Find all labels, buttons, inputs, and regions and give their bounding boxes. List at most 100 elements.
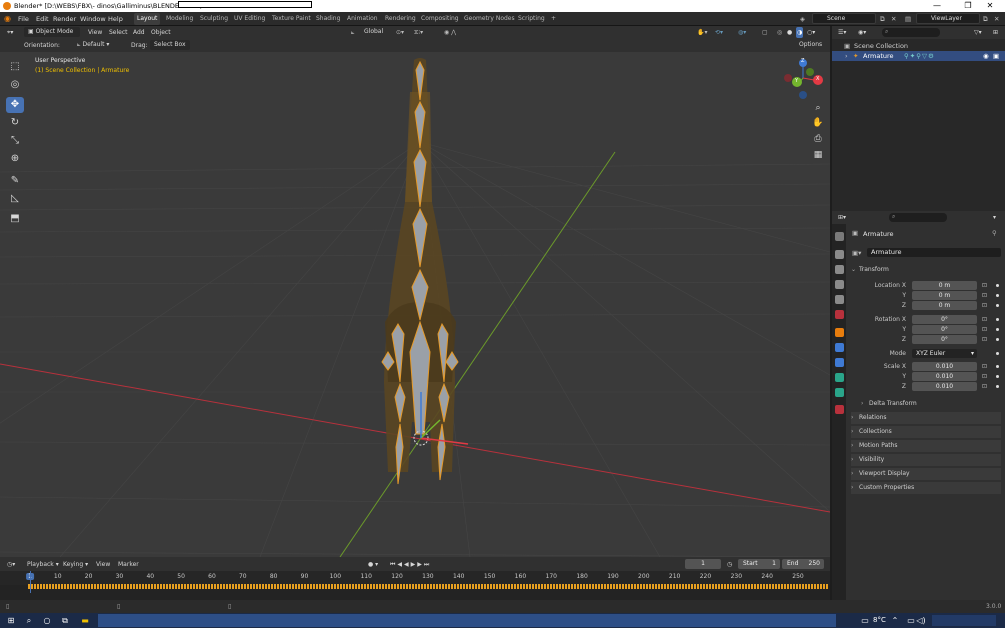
- annotate-icon[interactable]: ✎: [6, 173, 24, 189]
- panel-collections[interactable]: › Collections: [851, 426, 1001, 438]
- orientation-dropdown[interactable]: ⟀ Default ▾: [73, 40, 123, 50]
- outliner-row-scene-collection[interactable]: ▣ Scene Collection: [832, 41, 1005, 51]
- volume-icon[interactable]: ◁): [912, 613, 930, 628]
- keyframe-dot-icon[interactable]: [996, 365, 999, 368]
- record-icon[interactable]: ● ▾: [368, 559, 378, 570]
- end-frame-field[interactable]: End 250: [782, 559, 824, 569]
- world-tab-icon[interactable]: [835, 310, 844, 319]
- properties-search-input[interactable]: ⌕: [889, 213, 947, 222]
- panel-motion-paths[interactable]: › Motion Paths: [851, 440, 1001, 452]
- start-frame-field[interactable]: Start 1: [738, 559, 780, 569]
- scale-x-field[interactable]: 0.010: [912, 362, 977, 371]
- snap-icon[interactable]: ⧖⁝▾: [414, 27, 423, 38]
- clock-icon[interactable]: ◷: [727, 559, 732, 570]
- pin-icon[interactable]: ⚲: [992, 229, 997, 237]
- cortana-icon[interactable]: ○: [38, 613, 56, 628]
- location-z-field[interactable]: 0 m: [912, 301, 977, 310]
- keyframe-dot-icon[interactable]: [996, 375, 999, 378]
- expand-arrow-icon[interactable]: ›: [845, 52, 848, 60]
- menu-keying[interactable]: Keying ▾: [63, 559, 88, 570]
- add-workspace-button[interactable]: +: [548, 13, 559, 25]
- outliner-search-input[interactable]: ⌕: [882, 28, 940, 37]
- keyframe-dot-icon[interactable]: [996, 338, 999, 341]
- outliner-row-armature[interactable]: › ✦ Armature ⚲✦⚲▽⚙ ◉ ▣: [832, 51, 1005, 61]
- add-cube-icon[interactable]: ⬒: [6, 211, 24, 227]
- file-explorer-icon[interactable]: ▬: [76, 613, 94, 628]
- scale-icon[interactable]: ⤡: [6, 133, 24, 149]
- weather-icon[interactable]: ▭: [856, 613, 874, 628]
- timeline-ruler[interactable]: 1102030405060708090100110120130140150160…: [0, 571, 830, 585]
- keyframe-dot-icon[interactable]: [996, 304, 999, 307]
- proportional-edit-icon[interactable]: ◉ ⋀: [444, 27, 456, 38]
- xray-toggle-icon[interactable]: ▢: [762, 27, 768, 38]
- armature-data-tab-icon[interactable]: [835, 388, 844, 397]
- panel-delta-transform[interactable]: › Delta Transform: [861, 398, 1001, 410]
- scale-y-field[interactable]: 0.010: [912, 372, 977, 381]
- menu-select[interactable]: Select: [109, 27, 128, 38]
- tab-geometry-nodes[interactable]: Geometry Nodes: [461, 13, 518, 25]
- blender-taskbar-button[interactable]: [98, 614, 836, 627]
- display-mode-icon[interactable]: ◉▾: [858, 27, 866, 38]
- camera-render-icon[interactable]: ▣: [993, 52, 999, 60]
- outliner-editor-icon[interactable]: ☰▾: [838, 27, 846, 38]
- timeline-editor-icon[interactable]: ◷▾: [7, 559, 15, 570]
- tab-modeling[interactable]: Modeling: [163, 13, 196, 25]
- drag-dropdown[interactable]: Select Box: [150, 40, 190, 50]
- lock-icon[interactable]: ⊡: [982, 336, 989, 343]
- clock-area[interactable]: [932, 615, 996, 626]
- shading-rendered-icon[interactable]: ○▾: [807, 27, 815, 38]
- search-icon[interactable]: ⌕: [20, 613, 38, 628]
- tab-rendering[interactable]: Rendering: [382, 13, 419, 25]
- lock-icon[interactable]: ⊡: [982, 316, 989, 323]
- menu-object[interactable]: Object: [151, 27, 171, 38]
- windows-start-icon[interactable]: ⊞: [2, 613, 20, 628]
- rotation-z-field[interactable]: 0°: [912, 335, 977, 344]
- close-button[interactable]: ✕: [975, 0, 1005, 12]
- lock-icon[interactable]: ⊡: [982, 326, 989, 333]
- tab-layout[interactable]: Layout: [134, 13, 161, 25]
- datablock-icon[interactable]: ▣▾: [852, 249, 861, 257]
- menu-view[interactable]: View: [96, 559, 110, 570]
- lock-icon[interactable]: ⊡: [982, 302, 989, 309]
- lock-icon[interactable]: ⊡: [982, 383, 989, 390]
- mode-dropdown[interactable]: ▣ Object Mode ▾: [24, 27, 80, 45]
- new-collection-icon[interactable]: ⊞: [993, 27, 998, 38]
- rotation-x-field[interactable]: 0°: [912, 315, 977, 324]
- transform-icon[interactable]: ⊕: [6, 151, 24, 167]
- shading-solid-icon[interactable]: ●: [787, 27, 792, 38]
- menu-edit[interactable]: Edit: [36, 12, 49, 26]
- playback-controls-icon[interactable]: ⏮◀◀▶▶⏭: [390, 559, 431, 570]
- rotation-mode-dropdown[interactable]: XYZ Euler ▾: [912, 349, 977, 358]
- properties-editor-icon[interactable]: ⊞▾: [838, 212, 846, 223]
- task-view-icon[interactable]: ⧉: [56, 613, 74, 628]
- pan-hand-icon[interactable]: ✋: [811, 116, 825, 130]
- menu-window[interactable]: Window: [80, 12, 106, 26]
- pivot-point-icon[interactable]: ⊙▾: [396, 27, 404, 38]
- 3d-viewport[interactable]: User Perspective (1) Scene Collection | …: [0, 52, 830, 557]
- tab-uv-editing[interactable]: UV Editing: [231, 13, 268, 25]
- keyframe-dot-icon[interactable]: [996, 328, 999, 331]
- panel-relations[interactable]: › Relations: [851, 412, 1001, 424]
- tab-scripting[interactable]: Scripting: [515, 13, 548, 25]
- zoom-icon[interactable]: ⌕: [811, 101, 825, 115]
- panel-visibility[interactable]: › Visibility: [851, 454, 1001, 466]
- transform-orientation-dropdown[interactable]: Global ▾: [360, 27, 392, 45]
- keyframe-dot-icon[interactable]: [996, 352, 999, 355]
- scene-tab-icon[interactable]: [835, 295, 844, 304]
- view-layer-selector[interactable]: ViewLayer: [916, 13, 980, 24]
- menu-playback[interactable]: Playback ▾: [27, 559, 59, 570]
- playhead[interactable]: [30, 571, 31, 593]
- scene-selector[interactable]: Scene: [812, 13, 876, 24]
- delete-scene-icon[interactable]: ✕: [891, 12, 896, 26]
- transform-orientation-icon[interactable]: ⟀: [351, 27, 355, 38]
- editor-type-icon[interactable]: ⌖▾: [7, 27, 13, 38]
- select-box-icon[interactable]: ⬚: [6, 59, 24, 75]
- panel-transform[interactable]: ⌄ Transform: [851, 264, 1001, 276]
- constraints-tab-icon[interactable]: [835, 373, 844, 382]
- tab-animation[interactable]: Animation: [344, 13, 381, 25]
- properties-options-icon[interactable]: ▾: [993, 212, 996, 223]
- keyframe-dot-icon[interactable]: [996, 318, 999, 321]
- panel-viewport-display[interactable]: › Viewport Display: [851, 468, 1001, 480]
- view-layer-icon[interactable]: ▤: [905, 12, 911, 26]
- shading-wireframe-icon[interactable]: ◎: [777, 27, 782, 38]
